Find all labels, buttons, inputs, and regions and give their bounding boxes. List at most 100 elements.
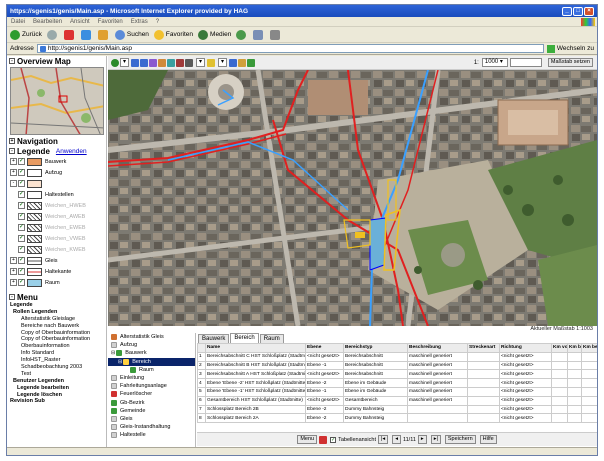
tree-item[interactable]: Haltestelle bbox=[108, 431, 195, 439]
menu-item-edit-legend[interactable]: Legende bearbeiten bbox=[7, 385, 106, 392]
table-cell[interactable]: Ebene -1 bbox=[305, 386, 344, 397]
legend-item[interactable]: ✓ Haltestellen bbox=[7, 189, 106, 200]
legend-checkbox[interactable]: ✓ bbox=[18, 180, 25, 187]
table-cell[interactable]: Bereichsabschnitt bbox=[343, 351, 408, 362]
navigation-header[interactable]: + Navigation bbox=[7, 136, 106, 146]
table-cell[interactable]: Dummy Bahnsteig bbox=[343, 404, 408, 415]
table-cell[interactable] bbox=[581, 369, 597, 380]
table-cell[interactable]: <nicht gesetzt> bbox=[499, 369, 552, 380]
legend-item[interactable]: + ✓ Bauwerk bbox=[7, 156, 106, 167]
delete-icon[interactable] bbox=[319, 435, 328, 444]
table-cell[interactable] bbox=[551, 369, 568, 380]
legend-item[interactable]: + ✓ Aufzug bbox=[7, 167, 106, 178]
column-header[interactable]: Km von bbox=[551, 343, 568, 353]
expand-icon[interactable]: + bbox=[10, 169, 17, 176]
table-cell[interactable] bbox=[467, 378, 500, 388]
menu-bearbeiten[interactable]: Bearbeiten bbox=[33, 19, 62, 25]
tree-item[interactable]: Gb-Bezirk bbox=[108, 399, 195, 407]
table-cell[interactable]: Gesamtbereich HST Schloßplatz (Stadtmitt… bbox=[205, 395, 306, 406]
legend-checkbox[interactable]: ✓ bbox=[18, 235, 25, 242]
go-button[interactable]: Wechseln zu bbox=[546, 44, 594, 53]
layer-select[interactable]: ▾ bbox=[120, 58, 130, 67]
menu-datei[interactable]: Datei bbox=[11, 19, 25, 25]
table-cell[interactable] bbox=[581, 378, 597, 388]
menu-item[interactable]: Alterstatistik Gleislage bbox=[7, 316, 106, 323]
column-header[interactable]: Streckenart bbox=[467, 343, 500, 353]
column-header[interactable]: Richtung bbox=[499, 343, 552, 353]
tree-item[interactable]: Alterstatistik Gleis bbox=[108, 333, 195, 341]
address-input[interactable]: http://sgenis1/genis/Main.asp bbox=[36, 44, 544, 53]
identify-icon[interactable] bbox=[176, 58, 185, 67]
table-cell[interactable] bbox=[467, 413, 500, 424]
menu-header[interactable]: - Menu bbox=[7, 292, 106, 302]
table-row[interactable]: 7 Schlossplatz Bereich 2B Ebene -2 Dummy Ba… bbox=[197, 404, 597, 415]
tree-item-selected[interactable]: ⊟ Bereich bbox=[108, 357, 195, 366]
legend-checkbox[interactable]: ✓ bbox=[18, 246, 25, 253]
table-cell[interactable] bbox=[567, 395, 582, 406]
table-cell[interactable] bbox=[467, 369, 500, 380]
table-row[interactable]: 2 Bereichsabschnitt B HST Schloßplatz (St… bbox=[197, 360, 597, 371]
table-cell[interactable]: Ebene -2 bbox=[305, 413, 344, 424]
table-cell[interactable]: maschinell generiert bbox=[407, 395, 468, 406]
table-cell[interactable]: <nicht gesetzt> bbox=[305, 395, 344, 406]
table-cell[interactable] bbox=[567, 369, 582, 380]
export-icon[interactable] bbox=[238, 58, 247, 67]
column-header[interactable]: Bereichstyp bbox=[343, 343, 408, 353]
table-cell[interactable]: Gesamtbereich bbox=[343, 395, 408, 406]
menu-item-rollen[interactable]: Rollen Legenden bbox=[7, 309, 106, 316]
table-cell[interactable]: 2 bbox=[197, 360, 206, 371]
table-row[interactable]: 8 Schlossplatz Bereich 2A Ebene -2 Dummy Ba… bbox=[197, 413, 597, 424]
table-cell[interactable]: <nicht gesetzt> bbox=[499, 404, 552, 415]
table-cell[interactable]: Bereichsabschnitt C HST Schloßplatz (Sta… bbox=[205, 351, 306, 362]
column-header[interactable]: Ebene bbox=[305, 343, 344, 353]
expand-icon[interactable]: + bbox=[10, 279, 17, 286]
help-icon[interactable] bbox=[111, 58, 119, 67]
table-cell[interactable] bbox=[581, 395, 597, 406]
table-view-checkbox[interactable]: ✓ bbox=[330, 436, 337, 443]
table-cell[interactable] bbox=[467, 404, 500, 415]
table-cell[interactable] bbox=[551, 395, 568, 406]
table-row[interactable]: 5 Ebene 'Ebene -1' HST Schloßplatz (Stadt… bbox=[197, 386, 597, 397]
table-cell[interactable]: Bereichsabschnitt bbox=[343, 360, 408, 371]
grid-menu-button[interactable]: Menu bbox=[297, 435, 318, 444]
legend-item[interactable]: ✓ Weichen_VWEB bbox=[7, 233, 106, 244]
print-map-icon[interactable] bbox=[229, 58, 238, 67]
table-cell[interactable]: Ebene 'Ebene -2' HST Schloßplatz (Stadtm… bbox=[205, 378, 306, 388]
table-cell[interactable]: maschinell generiert bbox=[407, 386, 468, 397]
refresh-button[interactable] bbox=[80, 29, 93, 40]
stop-button[interactable] bbox=[63, 29, 76, 40]
table-cell[interactable]: <nicht gesetzt> bbox=[499, 413, 552, 424]
pan-icon[interactable] bbox=[149, 58, 158, 67]
last-page-button[interactable]: ▸| bbox=[430, 435, 441, 444]
table-cell[interactable] bbox=[581, 386, 597, 397]
legend-item[interactable]: + ✓ Raum bbox=[7, 277, 106, 288]
legend-item[interactable]: ✓ Weichen_HWEB bbox=[7, 200, 106, 211]
search-button[interactable]: Suchen bbox=[114, 29, 149, 40]
legend-checkbox[interactable]: ✓ bbox=[18, 169, 25, 176]
table-cell[interactable]: 4 bbox=[197, 378, 206, 388]
tree-item[interactable]: Einleitung bbox=[108, 374, 195, 382]
table-cell[interactable]: Schlossplatz Bereich 2B bbox=[205, 404, 306, 415]
column-header[interactable]: Km bis bbox=[567, 343, 582, 353]
legend-checkbox[interactable]: ✓ bbox=[18, 213, 25, 220]
menu-item[interactable]: Info Standard bbox=[7, 350, 106, 357]
column-header[interactable] bbox=[197, 343, 206, 353]
table-cell[interactable]: <nicht gesetzt> bbox=[499, 395, 552, 406]
tree-item[interactable]: Gleis bbox=[108, 415, 195, 423]
table-cell[interactable] bbox=[407, 404, 468, 415]
measure-icon[interactable] bbox=[167, 58, 176, 67]
legend-checkbox[interactable]: ✓ bbox=[18, 202, 25, 209]
table-cell[interactable] bbox=[467, 360, 500, 371]
zoom-out-icon[interactable] bbox=[140, 58, 149, 67]
table-cell[interactable]: Ebene -1 bbox=[305, 360, 344, 371]
tree-item[interactable]: Raum bbox=[108, 366, 195, 374]
table-cell[interactable]: 7 bbox=[197, 404, 206, 415]
column-header[interactable]: Km beim bbox=[581, 343, 597, 353]
table-cell[interactable]: 1 bbox=[197, 351, 206, 362]
tree-item[interactable]: Fahrleitungsanlage bbox=[108, 382, 195, 390]
legend-item[interactable]: ✓ Weichen_AWEB bbox=[7, 211, 106, 222]
menu-item[interactable]: Copy of Oberbauinformation bbox=[7, 336, 106, 343]
table-cell[interactable] bbox=[567, 351, 582, 362]
media-button[interactable]: Medien bbox=[198, 29, 231, 40]
tree-item[interactable]: Aufzug bbox=[108, 341, 195, 349]
